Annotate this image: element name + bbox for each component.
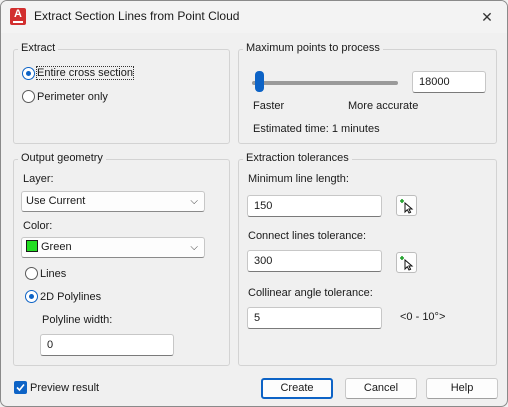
- max-points-group-title: Maximum points to process: [243, 42, 383, 54]
- polyline-width-label: Polyline width:: [42, 314, 113, 326]
- entire-cross-section-radio[interactable]: [22, 67, 35, 80]
- min-line-length-input[interactable]: 150: [247, 195, 382, 217]
- lines-label[interactable]: Lines: [40, 268, 66, 280]
- 2d-polylines-radio[interactable]: [25, 290, 38, 303]
- min-line-length-label: Minimum line length:: [248, 173, 349, 185]
- lines-radio[interactable]: [25, 267, 38, 280]
- pick-point-icon: [400, 199, 414, 214]
- max-points-input[interactable]: 18000: [412, 71, 486, 93]
- entire-cross-section-label[interactable]: Entire cross section: [36, 66, 134, 80]
- pick-min-length-button[interactable]: [396, 195, 417, 216]
- perimeter-only-radio[interactable]: [22, 90, 35, 103]
- autocad-app-icon: A: [10, 8, 26, 25]
- preview-result-label[interactable]: Preview result: [30, 382, 99, 394]
- color-dropdown[interactable]: Green ⌵: [21, 237, 205, 258]
- checkmark-icon: [16, 383, 25, 392]
- chevron-down-icon: ⌵: [190, 242, 198, 253]
- connect-lines-tolerance-label: Connect lines tolerance:: [248, 230, 367, 242]
- polyline-width-input[interactable]: 0: [40, 334, 174, 356]
- max-points-slider-track[interactable]: [252, 81, 398, 85]
- layer-label: Layer:: [23, 173, 54, 185]
- color-label: Color:: [23, 220, 53, 232]
- estimated-time-label: Estimated time: 1 minutes: [253, 123, 380, 135]
- pick-point-icon: [400, 256, 414, 271]
- preview-result-checkbox[interactable]: [14, 381, 27, 394]
- title-bar[interactable]: A Extract Section Lines from Point Cloud…: [1, 1, 507, 33]
- output-geometry-group-title: Output geometry: [18, 152, 106, 164]
- layer-dropdown[interactable]: Use Current ⌵: [21, 191, 205, 212]
- estimated-time-value: 1 minutes: [331, 123, 380, 135]
- perimeter-only-label[interactable]: Perimeter only: [37, 91, 108, 103]
- cancel-button[interactable]: Cancel: [345, 378, 417, 399]
- collinear-range-hint: <0 - 10°>: [400, 311, 446, 323]
- create-button[interactable]: Create: [261, 378, 333, 399]
- help-button[interactable]: Help: [426, 378, 498, 399]
- 2d-polylines-label[interactable]: 2D Polylines: [40, 291, 101, 303]
- max-points-slider-thumb[interactable]: [255, 71, 264, 92]
- dialog-window: A Extract Section Lines from Point Cloud…: [0, 0, 508, 407]
- pick-connect-tolerance-button[interactable]: [396, 252, 417, 273]
- connect-lines-tolerance-input[interactable]: 300: [247, 250, 382, 272]
- chevron-down-icon: ⌵: [190, 196, 198, 207]
- close-icon: ✕: [481, 9, 493, 25]
- collinear-angle-tolerance-input[interactable]: 5: [247, 307, 382, 329]
- dialog-title: Extract Section Lines from Point Cloud: [34, 9, 240, 23]
- faster-label: Faster: [253, 100, 285, 112]
- layer-value: Use Current: [26, 195, 86, 207]
- collinear-angle-tolerance-label: Collinear angle tolerance:: [248, 287, 373, 299]
- color-value: Green: [41, 241, 72, 253]
- more-accurate-label: More accurate: [348, 100, 419, 112]
- close-button[interactable]: ✕: [473, 4, 501, 30]
- color-swatch: [26, 240, 38, 252]
- extraction-tolerances-group-title: Extraction tolerances: [243, 152, 352, 164]
- extract-group-title: Extract: [18, 42, 59, 54]
